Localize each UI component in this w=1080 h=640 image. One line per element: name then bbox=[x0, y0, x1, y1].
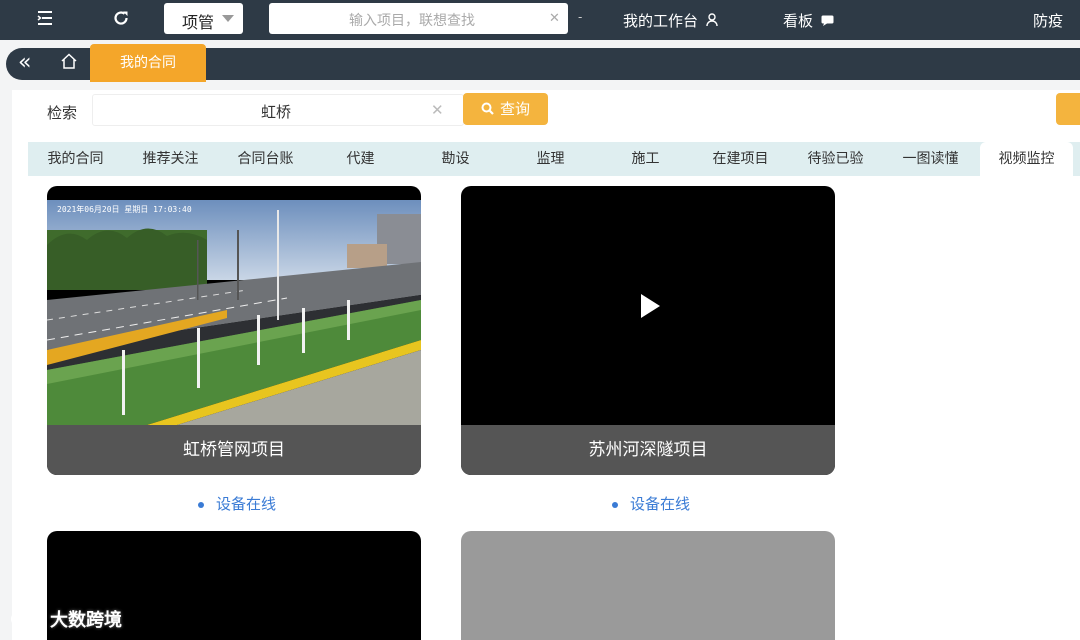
tab-projects-in-progress[interactable]: 在建项目 bbox=[693, 142, 788, 176]
tab-my-contracts[interactable]: 我的合同 bbox=[90, 44, 206, 82]
tab-strip: « 我的合同 bbox=[6, 44, 1080, 82]
chat-icon bbox=[817, 15, 834, 29]
tab-video-monitoring[interactable]: 视频监控 bbox=[980, 142, 1073, 176]
query-button[interactable]: 查询 bbox=[463, 93, 548, 125]
search-value: 虹桥 bbox=[261, 103, 292, 121]
status-dot bbox=[612, 501, 618, 508]
watermark-text: 大数跨境 bbox=[50, 610, 122, 631]
device-status-label: 设备在线 bbox=[216, 495, 277, 513]
board-link[interactable]: 看板 bbox=[783, 10, 834, 31]
top-bar: 项管 输入项目，联想查找 ✕ - 我的工作台 看板 防疫 bbox=[0, 0, 1080, 40]
search-label: 检索 bbox=[47, 104, 78, 122]
play-icon[interactable] bbox=[641, 294, 660, 318]
side-action-button[interactable] bbox=[1056, 93, 1080, 125]
tab-supervision[interactable]: 监理 bbox=[503, 142, 598, 176]
camera-card[interactable]: 苏州河深隧项目 bbox=[461, 186, 835, 475]
right-panel bbox=[982, 176, 1080, 640]
menu-toggle-icon[interactable] bbox=[34, 9, 56, 31]
camera-title: 苏州河深隧项目 bbox=[461, 425, 835, 475]
project-search-placeholder: 输入项目，联想查找 bbox=[349, 13, 475, 29]
tab-acceptance[interactable]: 待验已验 bbox=[788, 142, 883, 176]
chevron-down-icon bbox=[222, 15, 234, 22]
epidemic-link[interactable]: 防疫 bbox=[1033, 10, 1063, 31]
home-icon[interactable] bbox=[60, 52, 82, 72]
tab-my-contract[interactable]: 我的合同 bbox=[28, 142, 123, 176]
workbench-link[interactable]: 我的工作台 bbox=[623, 10, 718, 31]
device-status-label: 设备在线 bbox=[630, 495, 691, 513]
board-label: 看板 bbox=[783, 12, 814, 30]
camera-card[interactable]: 2021年06月20日 星期日 17:03:40 虹桥管网项目 bbox=[47, 186, 421, 475]
camera-feed-image[interactable]: 2021年06月20日 星期日 17:03:40 bbox=[47, 200, 421, 425]
camera-title: 虹桥管网项目 bbox=[47, 425, 421, 475]
camera-timestamp: 2021年06月20日 星期日 17:03:40 bbox=[57, 204, 192, 214]
query-button-label: 查询 bbox=[499, 100, 530, 118]
tab-survey-design[interactable]: 勘设 bbox=[408, 142, 503, 176]
tab-agent-construction[interactable]: 代建 bbox=[313, 142, 408, 176]
double-chevron-left-icon[interactable]: « bbox=[18, 51, 31, 75]
watermark-logo: 大数跨境 bbox=[10, 606, 122, 632]
tab-construction[interactable]: 施工 bbox=[598, 142, 693, 176]
tab-contract-ledger[interactable]: 合同台账 bbox=[218, 142, 313, 176]
project-select[interactable]: 项管 bbox=[164, 3, 243, 34]
device-status: 设备在线 bbox=[612, 493, 690, 514]
epidemic-label: 防疫 bbox=[1033, 12, 1064, 30]
workbench-label: 我的工作台 bbox=[623, 12, 699, 30]
clear-search-icon[interactable]: ✕ bbox=[431, 101, 444, 119]
separator: - bbox=[578, 10, 583, 24]
tab-one-chart[interactable]: 一图读懂 bbox=[883, 142, 978, 176]
status-dot bbox=[198, 501, 204, 508]
search-input[interactable]: 虹桥 ✕ bbox=[92, 94, 464, 126]
project-select-value: 项管 bbox=[182, 13, 215, 32]
clear-icon[interactable]: ✕ bbox=[549, 11, 560, 26]
project-search-input[interactable]: 输入项目，联想查找 ✕ bbox=[269, 3, 568, 34]
camera-card[interactable] bbox=[461, 531, 835, 640]
user-icon bbox=[702, 13, 718, 29]
device-status: 设备在线 bbox=[198, 493, 276, 514]
tab-recommended[interactable]: 推荐关注 bbox=[123, 142, 218, 176]
category-tabs: 我的合同 推荐关注 合同台账 代建 勘设 监理 施工 在建项目 待验已验 一图读… bbox=[28, 142, 1080, 176]
refresh-icon[interactable] bbox=[110, 9, 132, 31]
search-icon bbox=[481, 102, 494, 118]
